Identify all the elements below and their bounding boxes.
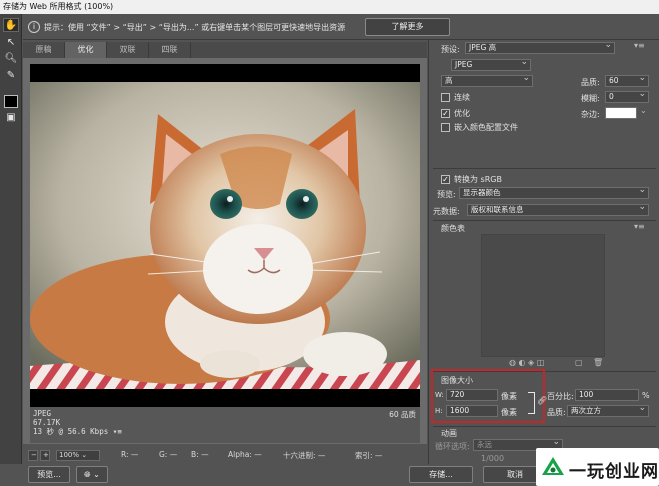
color-table-menu-icon[interactable]: ▾≡ [634,222,645,231]
resample-label: 品质: [547,408,566,417]
preset-label: 预设: [441,45,460,54]
zoom-tool-icon[interactable]: 🔍︎ [3,52,19,66]
frame-counter: 1/000 [481,454,505,463]
loop-label: 循环选项: [435,442,470,451]
preview-label: 预览: [437,190,456,199]
browser-select[interactable]: 🌐︎ ⌄ [76,466,108,483]
preview-select[interactable]: 显示器颜色 [459,187,649,199]
image-size-title: 图像大小 [441,376,473,385]
new-color-icon[interactable]: ▢ [575,358,583,367]
settings-panel: 预设: JPEG 高 ▾≡ JPEG 高 品质: 60 连续 模糊: 0 ✓ 优… [428,40,659,464]
resample-select[interactable]: 两次立方 [567,405,649,417]
format-select[interactable]: JPEG [451,59,531,71]
delete-color-icon[interactable]: 🗑︎ [593,358,603,367]
info-file-size: 67.17K [33,418,61,427]
hint-text: 提示：使用 “文件” > “导出” > “导出为...” 或右键单击某个图层可更… [44,23,346,32]
percent-unit: % [642,391,650,400]
zoom-out-icon[interactable]: − [28,450,38,461]
matte-label: 杂边: [581,110,600,119]
link-icon[interactable]: 🔗︎ [537,396,547,405]
optimization-info: JPEG 67.17K 13 秒 @ 56.6 Kbps ▾≡ 60 品质 [30,407,420,443]
preview-canvas[interactable]: JPEG 67.17K 13 秒 @ 56.6 Kbps ▾≡ 60 品质 [23,58,427,444]
blur-label: 模糊: [581,94,600,103]
tool-strip: ✋ ↖ 🔍︎ ✎ ▣ [0,14,22,486]
width-label: W: [435,391,444,399]
info-format: JPEG [33,409,52,418]
percent-field[interactable]: 100 [575,389,639,401]
preset-menu-icon[interactable]: ▾≡ [634,41,645,50]
watermark-logo-icon [542,457,564,475]
save-button[interactable]: 存储... [409,466,473,483]
percent-label: 百分比: [547,392,574,401]
status-bar: − + 100% ⌄ R: — G: — B: — Alpha: — 十六进制:… [23,449,427,463]
height-label: H: [435,407,443,415]
g-readout: G: — [159,450,178,459]
zoom-in-icon[interactable]: + [40,450,50,461]
color-table-label: 颜色表 [441,224,465,233]
animation-title: 动画 [441,429,457,438]
convert-srgb-label: 转换为 sRGB [454,175,502,184]
height-field[interactable]: 1600 [446,405,498,417]
tab-original[interactable]: 原稿 [23,42,65,58]
color-table[interactable] [481,234,605,357]
width-field[interactable]: 720 [446,389,498,401]
menu-icon[interactable]: ▾≡ [113,427,122,436]
window-title: 存储为 Web 所用格式 (100%) [0,0,659,14]
height-unit: 像素 [501,408,517,417]
map-color-icon[interactable]: ◍ ◐ ◈ ◫ [509,358,544,367]
quality-field[interactable]: 60 [605,75,649,87]
index-readout: 索引: — [355,451,383,460]
eyedropper-color-swatch[interactable] [4,95,18,108]
metadata-select[interactable]: 版权和联系信息 [467,204,649,216]
embed-profile-label: 嵌入颜色配置文件 [454,123,518,132]
metadata-label: 元数据: [433,207,460,216]
matte-color-swatch[interactable] [605,107,637,119]
hint-bar: i 提示：使用 “文件” > “导出” > “导出为...” 或右键单击某个图层… [23,14,659,40]
view-tabs: 原稿 优化 双联 四联 [23,42,427,58]
eyedropper-tool-icon[interactable]: ✎ [3,69,19,83]
tab-optimized[interactable]: 优化 [65,42,107,58]
progressive-label: 连续 [454,93,470,102]
optimize-label: 优化 [454,109,470,118]
constrain-bracket [528,392,535,414]
blur-field[interactable]: 0 [605,91,649,103]
matte-dropdown-icon[interactable]: ⌄ [640,106,647,115]
hand-tool-icon[interactable]: ✋ [3,18,19,32]
info-quality: 60 品质 [389,410,416,419]
toggle-slices-icon[interactable]: ▣ [3,111,19,125]
kitten-photo [30,64,420,407]
preview-in-browser-button[interactable]: 预览... [28,466,70,483]
learn-more-button[interactable]: 了解更多 [365,18,450,36]
tab-2up[interactable]: 双联 [107,42,149,58]
hex-readout: 十六进制: — [283,451,326,460]
tab-4up[interactable]: 四联 [149,42,191,58]
slice-select-tool-icon[interactable]: ↖ [3,36,19,50]
alpha-readout: Alpha: — [228,450,262,459]
r-readout: R: — [121,450,139,459]
convert-srgb-checkbox[interactable]: ✓ [441,175,450,184]
optimize-checkbox[interactable]: ✓ [441,109,450,118]
watermark-text: 一玩创业网 [569,462,659,482]
site-watermark: 一玩创业网 [536,448,659,486]
embed-profile-checkbox[interactable] [441,123,450,132]
info-icon: i [28,21,40,33]
b-readout: B: — [191,450,209,459]
progressive-checkbox[interactable] [441,93,450,102]
info-download-time: 13 秒 @ 56.6 Kbps ▾≡ [33,427,122,436]
quality-label: 品质: [581,78,600,87]
preset-select[interactable]: JPEG 高 [465,42,615,54]
zoom-select[interactable]: 100% ⌄ [56,450,100,461]
width-unit: 像素 [501,392,517,401]
compression-select[interactable]: 高 [441,75,533,87]
